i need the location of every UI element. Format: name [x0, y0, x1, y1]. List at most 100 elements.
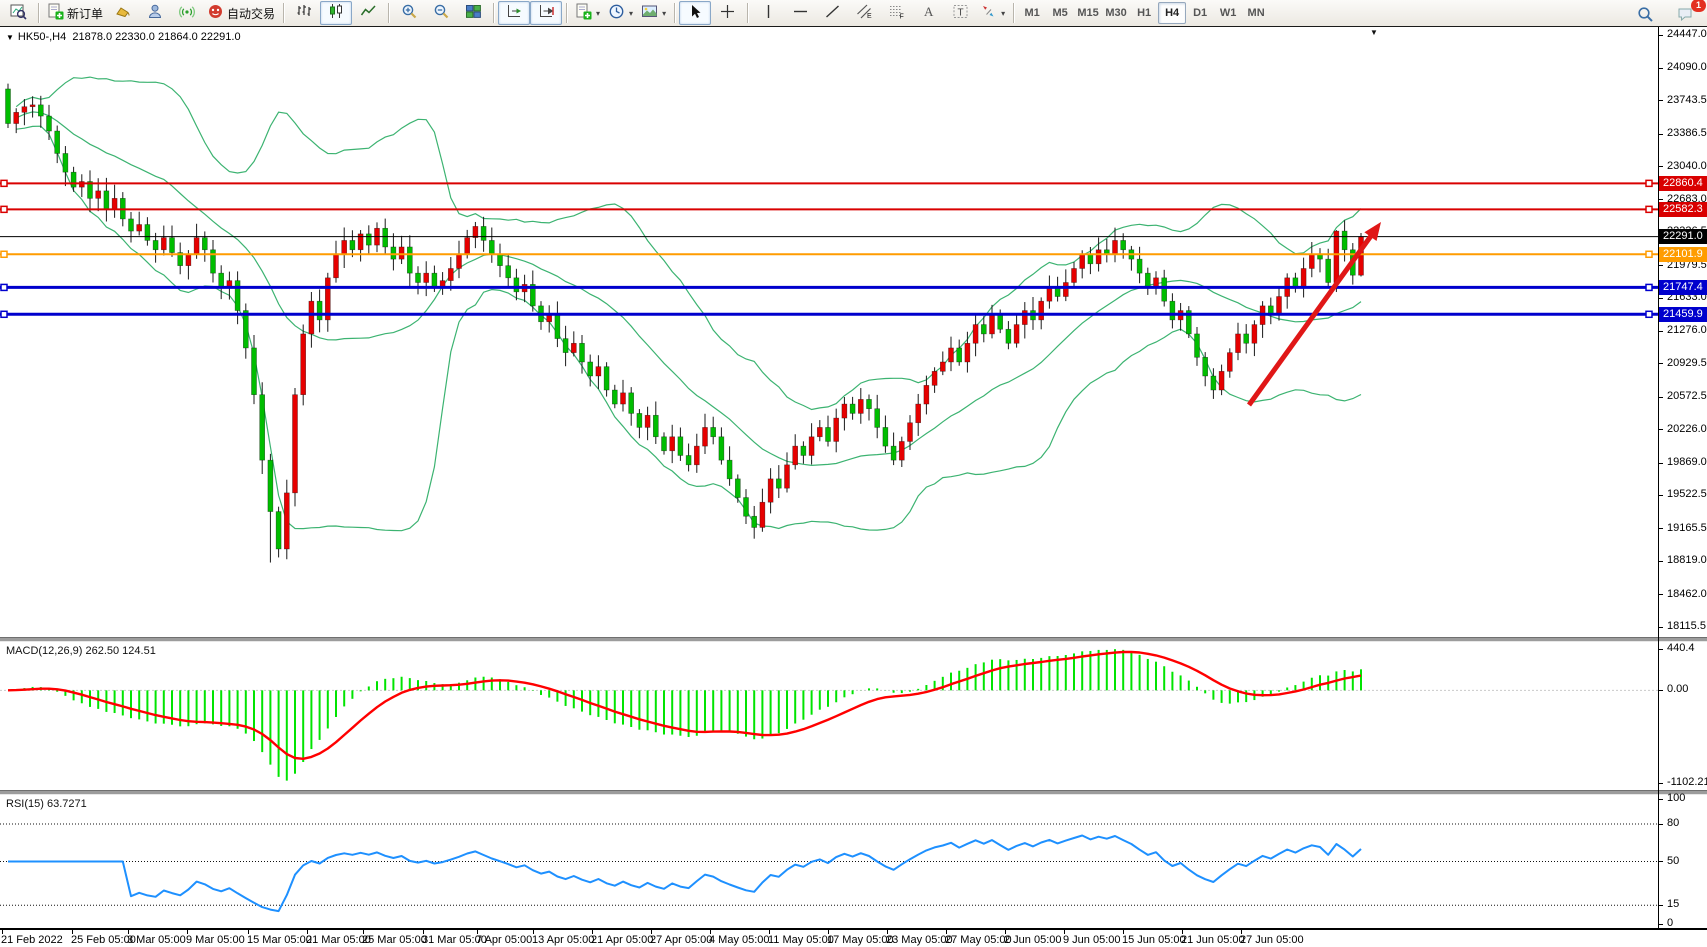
zoom-in-button[interactable]: [393, 1, 425, 25]
new-order-button[interactable]: 新订单: [43, 1, 107, 25]
line-handle[interactable]: [1, 311, 7, 317]
candle-down: [604, 367, 609, 390]
time-axis-label: 21 Apr 05:00: [591, 934, 653, 946]
line-chart-button[interactable]: [352, 1, 384, 25]
search-icon[interactable]: [1629, 2, 1661, 26]
candle-down: [1203, 357, 1208, 376]
time-axis-label: 7 Apr 05:00: [476, 934, 532, 946]
candle-down: [432, 273, 437, 287]
timeframe-m15-button[interactable]: M15: [1074, 2, 1102, 24]
price-axis-label: 24447.0: [1667, 28, 1707, 40]
zoom-out-button[interactable]: [425, 1, 457, 25]
label-tool-button[interactable]: T: [944, 1, 976, 25]
candle-up: [1309, 254, 1314, 268]
line-handle[interactable]: [1, 180, 7, 186]
candle-up: [1334, 231, 1339, 282]
candle-down: [252, 348, 257, 395]
arrows-tool-button[interactable]: ▾: [976, 1, 1009, 25]
candle-up: [793, 446, 798, 465]
candle-up: [1063, 282, 1068, 296]
line-handle[interactable]: [1, 206, 7, 212]
timeframe-d1-button[interactable]: D1: [1186, 2, 1214, 24]
timeframe-h4-button[interactable]: H4: [1158, 2, 1186, 24]
axis-tick: [1658, 463, 1663, 464]
arrows-tool-icon: [980, 3, 997, 23]
crosshair-tool-button[interactable]: [711, 1, 743, 25]
chart-area[interactable]: ▼HK50-,H4 21878.0 22330.0 21864.0 22291.…: [0, 27, 1707, 947]
price-axis-label: 20572.5: [1667, 390, 1707, 402]
candle-down: [826, 427, 831, 441]
line-handle[interactable]: [1, 284, 7, 290]
autotrade-icon: [207, 3, 224, 23]
line-handle[interactable]: [1646, 180, 1652, 186]
sound-alert-button[interactable]: [107, 1, 139, 25]
signals-button[interactable]: [171, 1, 203, 25]
notifications-icon[interactable]: 1: [1669, 2, 1701, 26]
axis-tick: [1658, 68, 1663, 69]
time-axis[interactable]: 21 Feb 202225 Feb 05:003 Mar 05:009 Mar …: [0, 928, 1707, 947]
new-chart-button[interactable]: ▾: [571, 1, 604, 25]
candle-up: [834, 418, 839, 441]
candle-down: [629, 393, 634, 414]
template-button[interactable]: ▾: [637, 1, 670, 25]
candle-down: [653, 415, 658, 437]
timeframe-h1-button[interactable]: H1: [1130, 2, 1158, 24]
horizontal-lines[interactable]: [0, 180, 1658, 317]
price-chart-canvas[interactable]: [0, 27, 1658, 637]
candle-down: [63, 153, 68, 172]
rsi-panel-canvas[interactable]: [0, 795, 1658, 928]
horizontal-line-tool-button[interactable]: [784, 1, 816, 25]
line-handle[interactable]: [1646, 251, 1652, 257]
auto-scroll-button[interactable]: [498, 1, 530, 25]
price-tag-22101.9: 22101.9: [1659, 247, 1707, 262]
tile-windows-button[interactable]: [457, 1, 489, 25]
text-tool-button[interactable]: A: [912, 1, 944, 25]
toolbar-button-label: 新订单: [67, 5, 103, 22]
periods-icon: [608, 3, 625, 23]
chart-shift-button[interactable]: [530, 1, 562, 25]
candle-up: [547, 315, 552, 322]
macd-panel-canvas[interactable]: [0, 641, 1658, 790]
candle-up: [809, 437, 814, 456]
price-tag-22291.0: 22291.0: [1659, 229, 1707, 244]
candle-up: [858, 399, 863, 413]
line-handle[interactable]: [1646, 311, 1652, 317]
candle-up: [694, 446, 699, 465]
fibonacci-tool-button[interactable]: F: [880, 1, 912, 25]
line-handle[interactable]: [1646, 284, 1652, 290]
collapse-triangle-icon[interactable]: ▼: [6, 33, 14, 42]
autotrade-button[interactable]: 自动交易: [203, 1, 279, 25]
periods-button[interactable]: ▾: [604, 1, 637, 25]
price-axis-label: 18819.0: [1667, 554, 1707, 566]
candle-down: [104, 191, 109, 210]
line-handle[interactable]: [1646, 206, 1652, 212]
candle-up: [899, 441, 904, 460]
chart-shift-marker-icon[interactable]: ▼: [1370, 28, 1378, 37]
trendline-tool-button[interactable]: [816, 1, 848, 25]
timeframe-m30-button[interactable]: M30: [1102, 2, 1130, 24]
macd-axis-label: -1102.21: [1667, 776, 1707, 788]
time-axis-label: 3 Mar 05:00: [127, 934, 186, 946]
market-watch-button[interactable]: [139, 1, 171, 25]
candle-up: [473, 226, 478, 237]
timeframe-w1-button[interactable]: W1: [1214, 2, 1242, 24]
line-handle[interactable]: [1, 251, 7, 257]
cursor-tool-button[interactable]: [679, 1, 711, 25]
timeframe-mn-button[interactable]: MN: [1242, 2, 1270, 24]
timeframe-m5-button[interactable]: M5: [1046, 2, 1074, 24]
bar-chart-button[interactable]: [288, 1, 320, 25]
toolbar-button-label: 自动交易: [227, 5, 275, 22]
candle-down: [1326, 259, 1331, 282]
candle-up: [112, 198, 117, 209]
candle-up: [1301, 268, 1306, 287]
candlestick-chart-button[interactable]: [320, 1, 352, 25]
candle-down: [407, 247, 412, 273]
axis-tick: [1658, 561, 1663, 562]
time-axis-label: 15 Mar 05:00: [247, 934, 312, 946]
timeframe-m1-button[interactable]: M1: [1018, 2, 1046, 24]
channel-tool-button[interactable]: E: [848, 1, 880, 25]
cursor-tool-icon: [687, 3, 704, 23]
candle-up: [1113, 240, 1118, 254]
chart-symbol-label: HK50-,H4: [18, 31, 66, 43]
vertical-line-tool-button[interactable]: [752, 1, 784, 25]
